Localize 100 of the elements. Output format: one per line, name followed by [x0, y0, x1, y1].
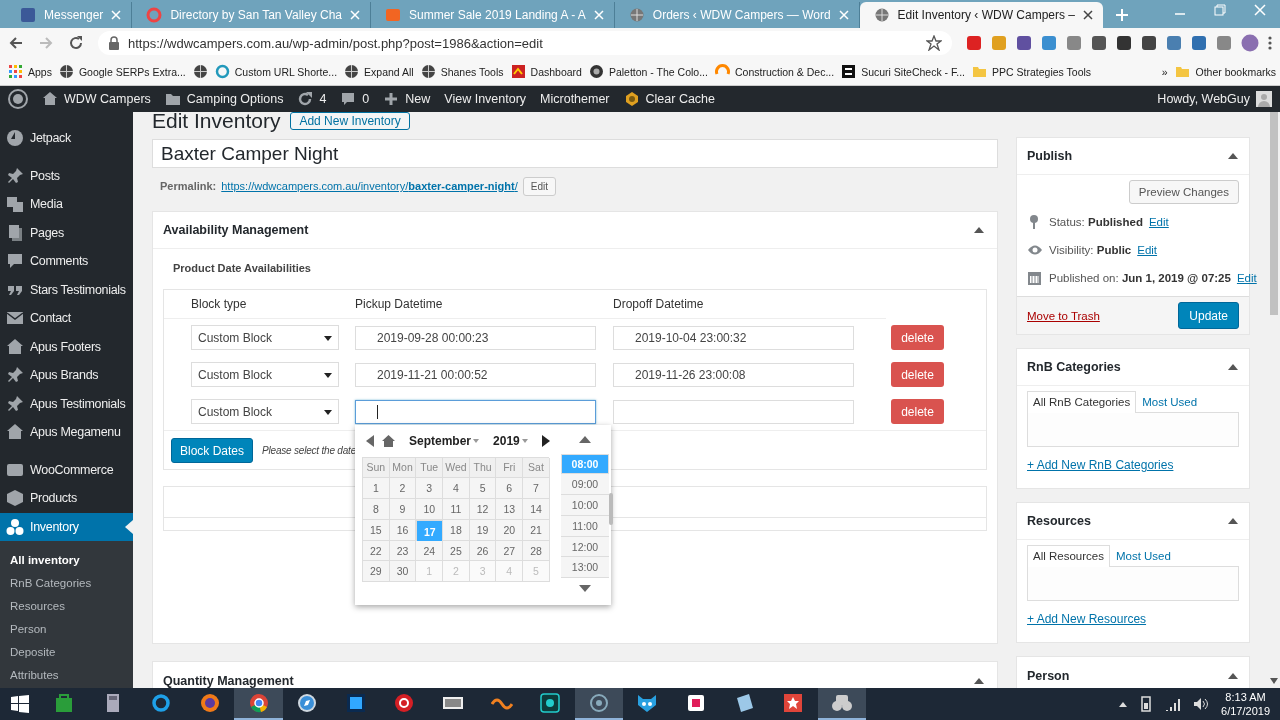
taskbar-button[interactable]	[817, 688, 867, 720]
toolbar-item[interactable]: New	[383, 91, 431, 107]
scroll-down-icon[interactable]	[1270, 678, 1278, 684]
calendar-day[interactable]: 6	[496, 478, 524, 500]
block-dates-button[interactable]: Block Dates	[171, 438, 254, 463]
calendar-day[interactable]: 25	[443, 540, 470, 562]
toolbar-item[interactable]: 0	[340, 91, 370, 107]
sidebar-item[interactable]: Apus Footers	[0, 332, 133, 361]
calendar-day[interactable]: 5	[469, 478, 497, 500]
calendar-day[interactable]: 28	[523, 540, 550, 562]
pickup-field[interactable]: 2019-11-21 00:00:52	[355, 362, 596, 387]
globe-icon[interactable]	[192, 64, 208, 79]
address-bar[interactable]: https://wdwcampers.com.au/wp-admin/post.php?post=1986&action=edit	[98, 31, 952, 55]
block-type-select[interactable]: Custom Block	[191, 399, 339, 424]
toolbar-item[interactable]: Microthemer	[540, 92, 610, 106]
signal-icon[interactable]	[1165, 697, 1182, 711]
permalink-link[interactable]: https://wdwcampers.com.au/inventory/baxter-camper-night/	[221, 180, 518, 192]
taskbar-button[interactable]	[574, 688, 624, 720]
sidebar-item[interactable]: Apus Megamenu	[0, 418, 133, 447]
block-type-select[interactable]: Custom Block	[191, 362, 339, 387]
logo-icon[interactable]	[8, 89, 28, 109]
extension-icon[interactable]	[1141, 35, 1157, 51]
delete-button[interactable]: delete	[891, 325, 944, 350]
toolbar-item[interactable]: Clear Cache	[623, 91, 716, 107]
new-tab-icon[interactable]	[1115, 8, 1129, 22]
bookmark[interactable]: Paletton - The Colo...	[588, 64, 708, 79]
calendar-day[interactable]: 3	[416, 478, 444, 500]
caret-up-icon[interactable]	[1119, 701, 1128, 707]
more-bookmarks-button[interactable]: »	[1161, 65, 1168, 78]
calendar-day[interactable]: 27	[496, 540, 524, 562]
extension-icon[interactable]	[1016, 35, 1032, 51]
submenu-item[interactable]: RnB Categories	[0, 571, 133, 594]
calendar-day[interactable]: 24	[416, 540, 444, 562]
add-new-button[interactable]: Add New Inventory	[290, 112, 410, 130]
calendar-day[interactable]: 13	[496, 499, 524, 520]
sidebar-item[interactable]: Jetpack	[0, 124, 133, 153]
extension-icon[interactable]	[1116, 35, 1132, 51]
dropoff-field[interactable]: 2019-11-26 23:00:08	[613, 362, 854, 387]
star-icon[interactable]	[926, 35, 942, 51]
calendar-day[interactable]: 4	[443, 478, 470, 500]
calendar-day[interactable]: 18	[443, 519, 470, 541]
edit-button[interactable]: Edit	[522, 176, 556, 196]
sidebar-item[interactable]: Apus Testimonials	[0, 389, 133, 418]
sidebar-item[interactable]: Posts	[0, 161, 133, 190]
sidebar-item[interactable]: Pages	[0, 218, 133, 247]
month-dropdown[interactable]: September	[409, 433, 480, 448]
bookmark[interactable]: Dashboard	[510, 64, 582, 79]
calendar-day[interactable]: 10	[416, 499, 444, 520]
pickup-field[interactable]: 2019-09-28 00:00:23	[355, 325, 596, 350]
greeting-link[interactable]: Howdy, WebGuy	[1157, 92, 1250, 106]
menu-icon[interactable]	[1268, 35, 1272, 51]
trash-link[interactable]: Move to Trash	[1027, 309, 1100, 322]
toolbar-item[interactable]: View Inventory	[444, 92, 527, 106]
sidebar-item[interactable]: Media	[0, 190, 133, 219]
calendar-day[interactable]: 12	[469, 499, 497, 520]
dropoff-field[interactable]	[613, 399, 854, 424]
title-field[interactable]: Baxter Camper Night	[152, 139, 998, 168]
time-option[interactable]: 10:00	[561, 495, 609, 516]
add-new-link[interactable]: + Add New RnB Categories	[1027, 458, 1174, 472]
panel-tab[interactable]: All RnB Categories	[1027, 391, 1137, 413]
calendar-day[interactable]: 22	[363, 540, 390, 562]
sidebar-item[interactable]: Products	[0, 484, 133, 513]
home-icon[interactable]	[382, 434, 395, 447]
time-option[interactable]: 12:00	[561, 536, 609, 558]
battery-icon[interactable]	[1139, 696, 1154, 712]
extension-icon[interactable]	[1091, 35, 1107, 51]
back-icon[interactable]	[8, 35, 24, 51]
bookmark[interactable]: Sucuri SiteCheck - F...	[841, 64, 966, 79]
avatar-icon[interactable]	[1241, 34, 1259, 52]
toolbar-item[interactable]: Camping Options	[164, 91, 284, 107]
panel-tab[interactable]: All Resources	[1027, 545, 1110, 567]
delete-button[interactable]: delete	[891, 399, 944, 424]
time-option[interactable]: 13:00	[561, 557, 609, 579]
pickup-field[interactable]	[355, 399, 596, 424]
close-icon[interactable]	[1083, 10, 1093, 20]
time-option[interactable]: 09:00	[561, 474, 609, 496]
bookmark[interactable]: Google SERPs Extra...	[58, 64, 186, 79]
calendar-day[interactable]: 29	[363, 561, 390, 583]
edit-link[interactable]: Edit	[1236, 272, 1257, 284]
toolbar-item[interactable]: WDW Campers	[42, 91, 151, 107]
bookmark[interactable]: Shanes Tools	[420, 64, 504, 79]
edit-link[interactable]: Edit	[1137, 244, 1158, 256]
bookmark[interactable]: Construction & Dec...	[714, 64, 835, 79]
submenu-item[interactable]: Person	[0, 617, 133, 640]
calendar-day[interactable]: 14	[523, 499, 550, 520]
preview-button[interactable]: Preview Changes	[1128, 180, 1239, 204]
panel-tab[interactable]: Most Used	[1136, 391, 1204, 412]
sidebar-item[interactable]: Comments	[0, 247, 133, 276]
sidebar-item[interactable]: WooCommerce	[0, 455, 133, 484]
add-new-link[interactable]: + Add New Resources	[1027, 612, 1147, 626]
update-button[interactable]: Update	[1178, 302, 1239, 329]
sidebar-item[interactable]: Contact	[0, 304, 133, 333]
calendar-day[interactable]: 11	[443, 499, 470, 520]
edit-link[interactable]: Edit	[1148, 216, 1169, 228]
submenu-item[interactable]: Resources	[0, 594, 133, 617]
calendar-day[interactable]: 7	[523, 478, 550, 500]
calendar-day[interactable]: 20	[496, 519, 524, 541]
bookmark[interactable]: PPC Strategies Tools	[972, 64, 1092, 79]
clock[interactable]: 8:13 AM 6/17/2019	[1221, 690, 1270, 718]
calendar-day[interactable]: 21	[523, 519, 550, 541]
